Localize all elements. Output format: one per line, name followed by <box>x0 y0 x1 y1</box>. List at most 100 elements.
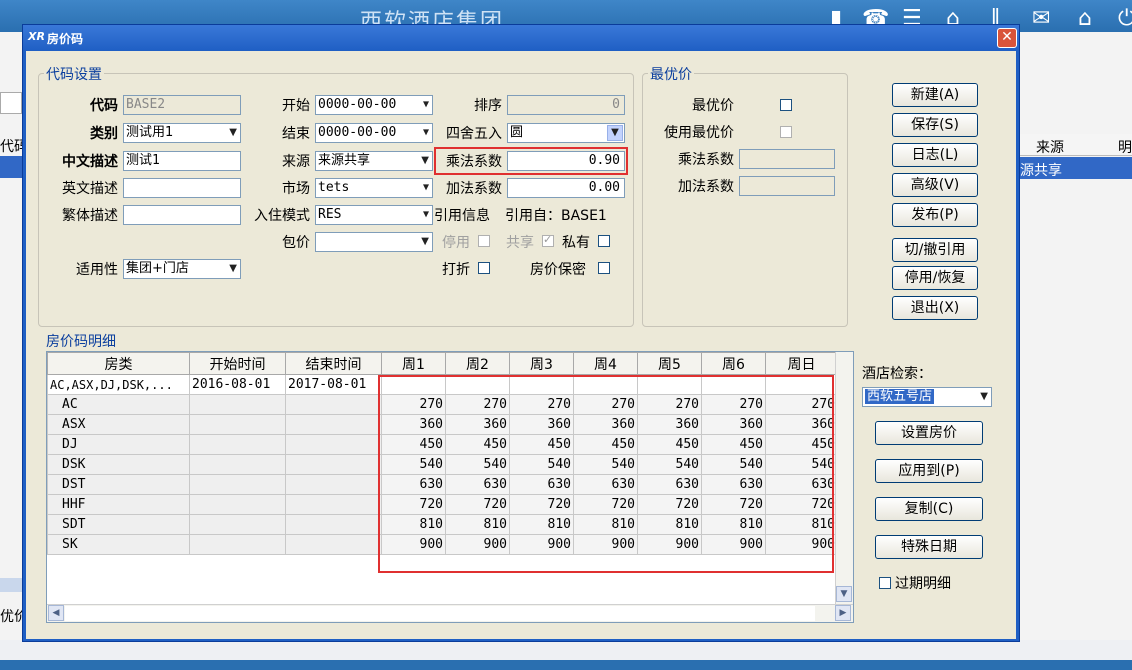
exit-button[interactable]: 退出(X) <box>892 296 978 320</box>
best-price-legend: 最优价 <box>648 64 694 84</box>
chevron-down-icon: ▼ <box>421 155 429 166</box>
save-button[interactable]: 保存(S) <box>892 113 978 137</box>
close-button[interactable]: ✕ <box>997 28 1017 48</box>
date-cell[interactable] <box>285 474 382 495</box>
tw-desc-field[interactable] <box>123 205 241 225</box>
column-header[interactable]: 开始时间 <box>189 352 286 375</box>
column-header[interactable]: 周4 <box>573 352 638 375</box>
end-date-select[interactable]: 0000-00-00 ▼ <box>315 123 433 143</box>
date-cell[interactable] <box>285 394 382 415</box>
confidential-checkbox[interactable] <box>598 262 610 274</box>
date-cell[interactable] <box>189 494 286 515</box>
rounding-select[interactable]: 圆 ▼ <box>507 123 625 143</box>
background-right-header-extra: 明 <box>1118 140 1132 156</box>
cn-desc-field[interactable]: 测试1 <box>123 151 241 171</box>
category-label: 类别 <box>90 126 118 142</box>
background-right-panel <box>1020 32 1132 668</box>
room-type-cell[interactable]: SDT <box>47 514 190 535</box>
room-type-cell[interactable]: AC <box>47 394 190 415</box>
column-header[interactable]: 周2 <box>445 352 510 375</box>
column-header[interactable]: 周1 <box>381 352 446 375</box>
chevron-down-icon: ▼ <box>422 182 429 193</box>
set-price-button[interactable]: 设置房价 <box>875 421 983 445</box>
discount-checkbox[interactable] <box>478 262 490 274</box>
horizontal-scrollbar[interactable]: ◀ ▶ <box>47 604 853 622</box>
date-cell[interactable] <box>285 514 382 535</box>
apply-to-button[interactable]: 应用到(P) <box>875 459 983 483</box>
date-cell[interactable] <box>189 454 286 475</box>
scroll-left-icon[interactable]: ◀ <box>48 605 64 621</box>
checkmark-icon: ✓ <box>543 233 553 246</box>
date-cell[interactable] <box>189 514 286 535</box>
best-price-label: 最优价 <box>692 98 734 114</box>
private-label: 私有 <box>562 235 590 251</box>
column-header[interactable]: 周6 <box>701 352 766 375</box>
room-type-cell[interactable]: DST <box>47 474 190 495</box>
date-cell[interactable] <box>189 434 286 455</box>
summary-cell[interactable]: 2017-08-01 <box>285 374 382 395</box>
special-dates-button[interactable]: 特殊日期 <box>875 535 983 559</box>
date-cell[interactable] <box>189 394 286 415</box>
vertical-scrollbar[interactable]: ▼ <box>835 352 853 604</box>
detail-legend: 房价码明细 <box>44 331 118 351</box>
rounding-label: 四舍五入 <box>446 126 502 142</box>
date-cell[interactable] <box>285 414 382 435</box>
best-mult-field[interactable] <box>739 149 835 169</box>
new-button[interactable]: 新建(A) <box>892 83 978 107</box>
summary-cell[interactable]: AC,ASX,DJ,DSK,... <box>47 374 190 395</box>
copy-button[interactable]: 复制(C) <box>875 497 983 521</box>
market-select[interactable]: tets ▼ <box>315 178 433 198</box>
log-button[interactable]: 日志(L) <box>892 143 978 167</box>
date-cell[interactable] <box>189 474 286 495</box>
sort-field[interactable]: 0 <box>507 95 625 115</box>
date-cell[interactable] <box>189 534 286 555</box>
summary-cell[interactable]: 2016-08-01 <box>189 374 286 395</box>
applicability-select[interactable]: 集团+门店 ▼ <box>123 259 241 279</box>
column-header[interactable]: 房类 <box>47 352 190 375</box>
shared-checkbox[interactable]: ✓ <box>542 233 554 247</box>
source-select[interactable]: 来源共享 ▼ <box>315 151 433 171</box>
app-logo-icon: XR <box>28 30 45 43</box>
toggle-reference-button[interactable]: 切/撤引用 <box>892 238 978 262</box>
advanced-button[interactable]: 高级(V) <box>892 173 978 197</box>
date-cell[interactable] <box>285 534 382 555</box>
en-desc-field[interactable] <box>123 178 241 198</box>
scroll-right-icon[interactable]: ▶ <box>835 605 851 621</box>
checkin-mode-select[interactable]: RES ▼ <box>315 205 433 225</box>
private-checkbox[interactable] <box>598 235 610 247</box>
publish-button[interactable]: 发布(P) <box>892 203 978 227</box>
date-cell[interactable] <box>285 494 382 515</box>
room-type-cell[interactable]: ASX <box>47 414 190 435</box>
scroll-down-icon[interactable]: ▼ <box>836 586 852 602</box>
room-type-cell[interactable]: DSK <box>47 454 190 475</box>
source-label: 来源 <box>282 154 310 170</box>
horizontal-scroll-track[interactable] <box>65 606 815 621</box>
hotel-search-select[interactable]: 西软五号店 ▼ <box>862 387 992 407</box>
date-cell[interactable] <box>285 454 382 475</box>
code-field[interactable]: BASE2 <box>123 95 241 115</box>
disable-restore-button[interactable]: 停用/恢复 <box>892 266 978 290</box>
column-header[interactable]: 周3 <box>509 352 574 375</box>
expired-detail-checkbox[interactable] <box>879 577 891 589</box>
best-price-checkbox[interactable] <box>780 99 792 111</box>
use-best-price-checkbox[interactable] <box>780 126 792 138</box>
date-cell[interactable] <box>285 434 382 455</box>
room-type-cell[interactable]: SK <box>47 534 190 555</box>
chevron-down-icon: ▼ <box>421 236 429 247</box>
background-right-row-text: 源共享 <box>1020 163 1062 179</box>
room-type-cell[interactable]: DJ <box>47 434 190 455</box>
date-cell[interactable] <box>189 414 286 435</box>
discount-label: 打折 <box>442 262 470 278</box>
best-add-field[interactable] <box>739 176 835 196</box>
start-date-select[interactable]: 0000-00-00 ▼ <box>315 95 433 115</box>
column-header[interactable]: 周日 <box>765 352 838 375</box>
column-header[interactable]: 结束时间 <box>285 352 382 375</box>
room-type-cell[interactable]: HHF <box>47 494 190 515</box>
power-icon: ⏻ <box>1118 6 1132 31</box>
package-select[interactable]: ▼ <box>315 232 433 252</box>
column-header[interactable]: 周5 <box>637 352 702 375</box>
category-select[interactable]: 测试用1 ▼ <box>123 123 241 143</box>
add-coef-field[interactable]: 0.00 <box>507 178 625 198</box>
dialog-titlebar[interactable]: XR 房价码 ✕ <box>23 25 1019 51</box>
disabled-checkbox[interactable] <box>478 235 490 247</box>
